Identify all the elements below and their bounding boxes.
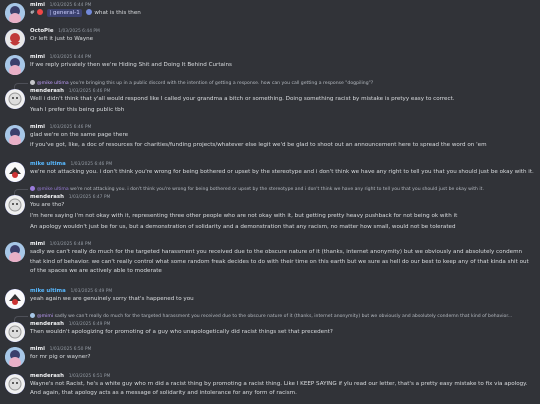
avatar-mimi[interactable] xyxy=(5,3,25,23)
timestamp: 1/03/2025 6:49 PM xyxy=(70,289,113,294)
timestamp: 1/03/2025 6:51 PM xyxy=(68,374,111,379)
avatar-menderash[interactable] xyxy=(5,89,25,109)
timestamp: 1/03/2025 6:44 PM xyxy=(49,55,92,60)
channel-mention-label: general-1 xyxy=(52,10,80,16)
avatar-mike-ultima[interactable] xyxy=(5,289,25,309)
reply-author: @mimi xyxy=(37,314,54,319)
message-text: glad we're on the same page there xyxy=(30,132,129,138)
reply-preview[interactable]: @mike ultima you're bringing this up in … xyxy=(30,80,373,87)
reply-author: @mike ultima xyxy=(37,187,69,192)
message-text: Well i didn't think that y'all would res… xyxy=(30,96,455,102)
avatar-octopie[interactable] xyxy=(5,29,25,49)
reply-text: we're not attacking you. i don't think y… xyxy=(70,187,484,192)
timestamp: 1/03/2025 6:46 PM xyxy=(49,125,92,130)
message-text: sadly we can't really do much for the ta… xyxy=(30,249,529,274)
author-name[interactable]: menderash xyxy=(30,373,64,379)
author-name[interactable]: mike ultima xyxy=(30,161,66,167)
message-text: yeah again we are genuinely sorry that's… xyxy=(30,296,194,302)
message-text: If we reply privately then we're Hiding … xyxy=(30,62,232,68)
author-name[interactable]: mike ultima xyxy=(30,288,66,294)
eye-icon xyxy=(85,9,92,15)
avatar-mimi[interactable] xyxy=(5,125,25,145)
message-text: Wayne's not Racist, he's a white guy who… xyxy=(30,381,528,396)
avatar-mimi[interactable] xyxy=(5,347,25,367)
reply-text: you're bringing this up in a public disc… xyxy=(70,81,374,86)
author-name[interactable]: mimi xyxy=(30,54,45,60)
author-name[interactable]: mimi xyxy=(30,346,45,352)
reply-avatar xyxy=(30,313,35,318)
timestamp: 1/03/2025 6:48 PM xyxy=(49,242,92,247)
message-text: You are tho? xyxy=(30,202,65,208)
timestamp: 1/03/2025 6:44 PM xyxy=(58,29,100,34)
message-text: for mr pig or wayner? xyxy=(30,354,91,360)
message-text: Yeah I prefer this being public tbh xyxy=(30,107,125,113)
avatar-menderash[interactable] xyxy=(5,374,25,394)
timestamp: 1/03/2025 6:47 PM xyxy=(68,195,111,200)
red-circle-icon xyxy=(37,9,44,15)
author-name[interactable]: mimi xyxy=(30,124,45,130)
timestamp: 1/03/2025 6:46 PM xyxy=(68,89,111,94)
author-name[interactable]: menderash xyxy=(30,88,64,94)
avatar-menderash[interactable] xyxy=(5,322,25,342)
message-text: I'm here saying I'm not okay with it, re… xyxy=(30,213,458,219)
avatar-menderash[interactable] xyxy=(5,195,25,215)
message-text: An apology wouldn't just be for us, but … xyxy=(30,224,456,230)
avatar-mike-ultima[interactable] xyxy=(5,162,25,182)
reply-avatar xyxy=(30,186,35,191)
author-name[interactable]: menderash xyxy=(30,194,64,200)
chat-log: mimi 1/03/2025 6:44 PM # | general-1 wha… xyxy=(0,0,540,404)
timestamp: 1/03/2025 6:44 PM xyxy=(49,3,92,8)
reply-preview[interactable]: @mike ultima we're not attacking you. i … xyxy=(30,186,484,193)
author-name[interactable]: OctoPie xyxy=(30,28,54,34)
reply-text: sadly we can't really do much for the ta… xyxy=(54,314,513,319)
message-text: what is this then xyxy=(94,10,141,16)
avatar-mimi[interactable] xyxy=(5,242,25,262)
avatar-mimi[interactable] xyxy=(5,55,25,75)
reply-author: @mike ultima xyxy=(37,81,69,86)
pin-icon: # xyxy=(30,10,35,16)
author-name[interactable]: mimi xyxy=(30,2,45,8)
author-name[interactable]: mimi xyxy=(30,241,45,247)
timestamp: 1/03/2025 6:46 PM xyxy=(70,162,113,167)
timestamp: 1/03/2025 6:50 PM xyxy=(49,347,92,352)
message-text: Or left it just to Wayne xyxy=(30,36,94,42)
message-text: we're not attacking you. i don't think y… xyxy=(30,169,534,175)
timestamp: 1/03/2025 6:49 PM xyxy=(68,322,111,327)
reply-preview[interactable]: @mimi sadly we can't really do much for … xyxy=(30,313,512,320)
channel-mention[interactable]: | general-1 xyxy=(47,9,82,18)
reply-avatar xyxy=(30,80,35,85)
author-name[interactable]: menderash xyxy=(30,321,64,327)
message-text: Then wouldn't apologizing for promoting … xyxy=(30,329,333,335)
message-text: if you've got, like, a doc of resources … xyxy=(30,142,487,148)
